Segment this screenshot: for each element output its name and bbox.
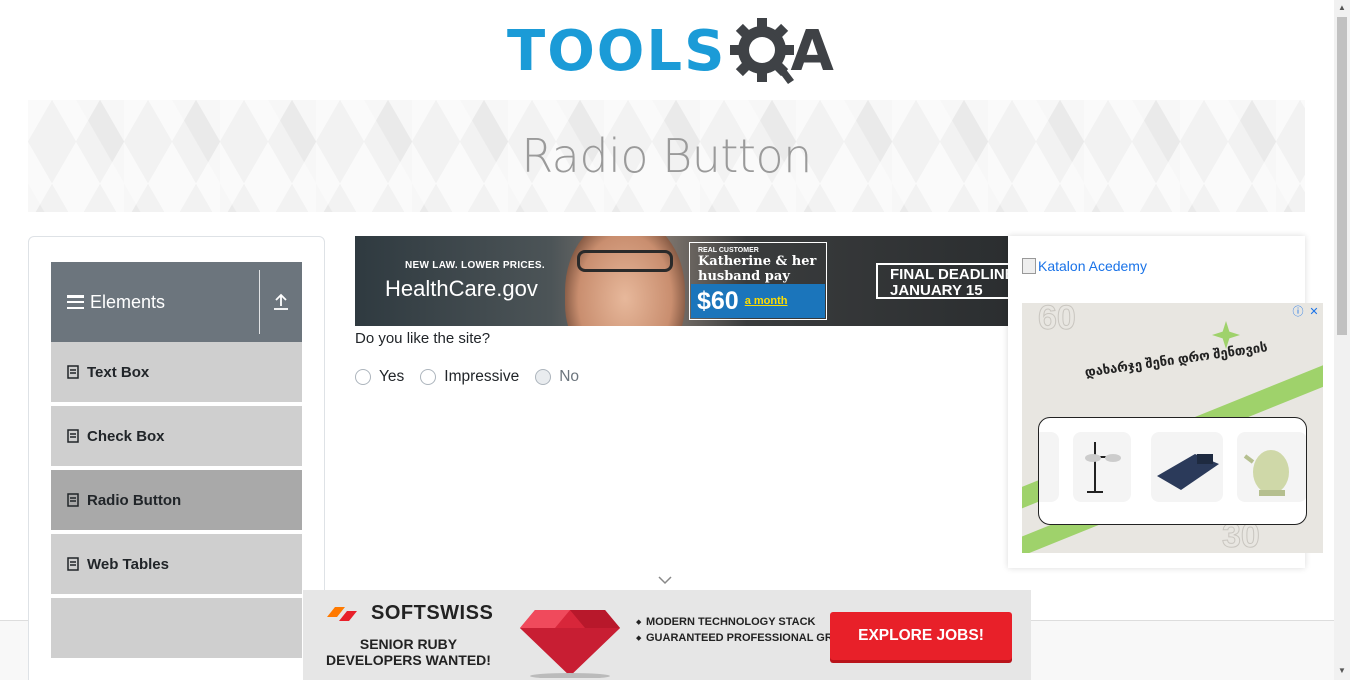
ad-georgian-text: დახარჯე შენი დრო შენთვის [1083, 339, 1269, 380]
radio-group: Yes Impressive No [355, 368, 595, 386]
left-panel: Elements Text Box Check Box Radio Button [28, 236, 325, 680]
toolsqa-logo[interactable]: TOOLS A [507, 14, 834, 90]
yes-radio[interactable]: Yes [355, 368, 404, 386]
ad-brand: HealthCare.gov [385, 276, 538, 301]
upload-arrow-icon [274, 293, 288, 310]
radio-label: No [559, 368, 580, 385]
ad-small-text: NEW LAW. LOWER PRICES. [405, 260, 545, 271]
elements-group-header[interactable]: Elements [51, 262, 302, 342]
sidebar-item-label: Check Box [87, 427, 165, 445]
ruby-gem-icon [520, 610, 620, 678]
sidebar-item-web-tables[interactable]: Web Tables [51, 534, 302, 596]
ad-info-controls: ⓘ ✕ [1291, 304, 1321, 319]
radio-circle[interactable] [420, 369, 437, 385]
menu-icon [67, 295, 84, 309]
radio-label[interactable]: Yes [379, 368, 404, 386]
product-image [1151, 432, 1223, 502]
radio-circle [535, 369, 552, 385]
no-radio: No [535, 368, 579, 386]
sidebar-item-label: Radio Button [87, 491, 182, 509]
broken-image-icon [1022, 258, 1036, 274]
sidebar-item-check-box[interactable]: Check Box [51, 406, 302, 468]
page: TOOLS A Radio Button Elements Text Box C… [0, 0, 1350, 680]
katalon-link-text[interactable]: Katalon Acedemy [1038, 258, 1147, 274]
document-icon [67, 365, 79, 379]
scroll-down-arrow-icon[interactable]: ▼ [1337, 666, 1347, 676]
product-image [1073, 432, 1131, 502]
sidebar-item-label: Web Tables [87, 555, 169, 573]
ad-info-icon[interactable]: ⓘ [1291, 304, 1305, 318]
ad-customer-name: Katherine & her husband pay [698, 254, 817, 284]
document-icon [67, 429, 79, 443]
ad-deadline: FINAL DEADLINE JANUARY 15 [876, 263, 1008, 299]
ad-price-box: $60 a month [691, 284, 825, 318]
chevron-down-icon[interactable] [657, 574, 673, 586]
page-banner: Radio Button [28, 100, 1305, 212]
ad-number-top: 60 [1038, 303, 1077, 338]
elements-group-title-wrap: Elements [51, 292, 259, 313]
document-icon [67, 493, 79, 507]
radio-question: Do you like the site? [355, 330, 491, 347]
close-icon[interactable]: ✕ [1307, 304, 1321, 318]
ad-headline: SENIOR RUBY DEVELOPERS WANTED! [326, 636, 491, 668]
katalon-link[interactable]: Katalon Acedemy [1022, 258, 1147, 274]
healthcare-ad[interactable]: NEW LAW. LOWER PRICES. HealthCare.gov RE… [355, 236, 1008, 326]
collapse-toggle[interactable] [260, 293, 302, 311]
impressive-radio[interactable]: Impressive [420, 368, 519, 386]
georgian-ad[interactable]: 60 დახარჯე შენი დრო შენთვის 30 ⓘ ✕ [1022, 303, 1323, 553]
sidebar-item-radio-button[interactable]: Radio Button [51, 470, 302, 532]
softswiss-ad[interactable]: SOFTSWISS SENIOR RUBY DEVELOPERS WANTED!… [303, 590, 1031, 680]
ad-real-customer: REAL CUSTOMER [698, 247, 759, 254]
ad-product-panel [1038, 417, 1307, 525]
softswiss-logo: SOFTSWISS [325, 602, 493, 625]
scrollbar[interactable]: ▲ ▼ [1334, 0, 1350, 680]
ad-per-month: a month [744, 295, 788, 307]
scrollbar-thumb[interactable] [1337, 17, 1347, 335]
sidebar-item-text-box[interactable]: Text Box [51, 342, 302, 404]
explore-jobs-button[interactable]: EXPLORE JOBS! [830, 612, 1012, 660]
sidebar-item-label: Text Box [87, 363, 150, 381]
softswiss-brand: SOFTSWISS [371, 602, 494, 624]
radio-circle[interactable] [355, 369, 371, 385]
logo-tools-text: TOOLS [507, 19, 727, 84]
gear-icon [726, 14, 798, 90]
product-image [1039, 432, 1059, 502]
sidebar-item-partial[interactable] [51, 598, 302, 660]
ad-price: $60 [697, 286, 739, 315]
product-image [1237, 432, 1306, 502]
document-icon [67, 557, 79, 571]
elements-group-title: Elements [90, 291, 166, 312]
scroll-up-arrow-icon[interactable]: ▲ [1337, 3, 1347, 13]
ad-glasses-image [577, 250, 673, 272]
softswiss-mark-icon [325, 603, 363, 625]
radio-label[interactable]: Impressive [444, 368, 519, 386]
page-title: Radio Button [521, 129, 812, 183]
